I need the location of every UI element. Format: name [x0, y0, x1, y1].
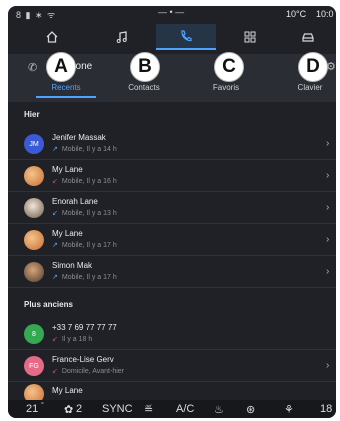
chevron-right-icon[interactable]: ›: [326, 266, 329, 277]
call-detail: ↙ Mobile, Il y a 16 h: [52, 177, 117, 185]
missed-call-icon: ↙: [52, 368, 58, 375]
status-bar: 8 ▮ ∗ ᯤ — • — 10°C 10:0: [8, 6, 336, 22]
outgoing-call-icon: ↗: [52, 274, 58, 281]
avatar: [24, 230, 44, 250]
call-detail: ↙ Il y a 18 h: [52, 335, 92, 343]
outgoing-call-icon: ↗: [52, 242, 58, 249]
tab-favoris[interactable]: Favoris: [191, 83, 261, 92]
home-icon[interactable]: [22, 24, 82, 50]
incoming-call-icon: ↙: [52, 210, 58, 217]
sync-button[interactable]: SYNC: [102, 403, 133, 415]
tab-contacts[interactable]: Contacts: [109, 83, 179, 92]
left-temperature[interactable]: 21: [26, 403, 38, 415]
section-header-today: Hier: [24, 110, 40, 119]
avatar: FG: [24, 356, 44, 376]
fan-icon[interactable]: ✿: [64, 403, 73, 416]
call-row[interactable]: Enorah Lane ↙ Mobile, Il y a 13 h ›: [8, 192, 336, 224]
call-row[interactable]: JM Jenifer Massak ↗ Mobile, Il y a 14 h ›: [8, 128, 336, 160]
status-icons: 8 ▮ ∗ ᯤ: [16, 10, 57, 20]
avatar: [24, 262, 44, 282]
callout-marker-d: D: [298, 52, 328, 82]
callout-marker-b: B: [130, 52, 160, 82]
infotainment-screen: 8 ▮ ∗ ᯤ — • — 10°C 10:0 ✆ hone ⚙ Recents…: [8, 6, 336, 418]
heated-seat-icon[interactable]: ⚘: [284, 403, 294, 416]
section-header-older: Plus anciens: [24, 300, 73, 309]
app-bar: [8, 22, 336, 52]
call-name: Simon Mak: [52, 261, 93, 270]
phone-icon[interactable]: [156, 24, 216, 50]
call-name: My Lane: [52, 229, 83, 238]
call-row[interactable]: FG France-Lise Gerv ↙ Domicile, Avant-hie…: [8, 350, 336, 382]
callout-marker-c: C: [214, 52, 244, 82]
outgoing-call-icon: ↗: [52, 146, 58, 153]
call-name: France-Lise Gerv: [52, 355, 114, 364]
ac-button[interactable]: A/C: [176, 403, 194, 415]
call-name: +33 7 69 77 77 77: [52, 323, 117, 332]
right-temperature[interactable]: 18: [320, 403, 332, 415]
call-detail-text: Mobile, Il y a 17 h: [61, 274, 117, 281]
avatar: 8: [24, 324, 44, 344]
call-detail-text: Mobile, Il y a 14 h: [61, 146, 117, 153]
call-detail-text: Il y a 18 h: [61, 336, 93, 343]
call-name: Enorah Lane: [52, 197, 98, 206]
left-temperature-unit: °: [41, 402, 44, 409]
chevron-right-icon[interactable]: ›: [326, 138, 329, 149]
front-defrost-icon[interactable]: ≝: [144, 403, 153, 416]
active-tab-indicator: [36, 96, 96, 98]
outside-temperature: 10°C: [286, 9, 307, 19]
avatar: JM: [24, 134, 44, 154]
climate-bar: 21 ° ✿ 2 SYNC ≝ A/C ♨ ⊛ ⚘ 18: [8, 400, 336, 418]
rear-defrost-icon[interactable]: ♨: [214, 403, 224, 416]
chevron-right-icon[interactable]: ›: [326, 360, 329, 371]
car-icon[interactable]: [278, 24, 336, 50]
avatar: [24, 198, 44, 218]
call-detail: ↗ Mobile, Il y a 17 h: [52, 273, 117, 281]
call-detail-text: Mobile, Il y a 17 h: [61, 242, 117, 249]
fan-speed[interactable]: 2: [76, 403, 82, 415]
call-name: My Lane: [52, 165, 83, 174]
call-name: Jenifer Massak: [52, 133, 106, 142]
missed-call-icon: ↙: [52, 336, 58, 343]
chevron-right-icon[interactable]: ›: [326, 170, 329, 181]
call-detail: ↗ Mobile, Il y a 17 h: [52, 241, 117, 249]
chevron-right-icon[interactable]: ›: [326, 202, 329, 213]
call-row[interactable]: My Lane: [8, 382, 336, 404]
call-name: My Lane: [52, 386, 83, 395]
call-row[interactable]: Simon Mak ↗ Mobile, Il y a 17 h ›: [8, 256, 336, 288]
callout-marker-a: A: [46, 52, 76, 82]
call-row[interactable]: 8 +33 7 69 77 77 77 ↙ Il y a 18 h: [8, 318, 336, 350]
tab-clavier[interactable]: Clavier: [275, 83, 336, 92]
chevron-right-icon[interactable]: ›: [326, 234, 329, 245]
apps-icon[interactable]: [220, 24, 280, 50]
call-detail: ↙ Mobile, Il y a 13 h: [52, 209, 117, 217]
clock: 10:0: [316, 9, 334, 19]
call-detail-text: Domicile, Avant-hier: [61, 368, 124, 375]
tab-recents[interactable]: Recents: [31, 83, 101, 92]
missed-call-icon: ↙: [52, 178, 58, 185]
call-row[interactable]: My Lane ↙ Mobile, Il y a 16 h ›: [8, 160, 336, 192]
call-detail: ↗ Mobile, Il y a 14 h: [52, 145, 117, 153]
status-center-indicator: — • —: [158, 7, 185, 17]
call-detail: ↙ Domicile, Avant-hier: [52, 367, 124, 375]
call-detail-text: Mobile, Il y a 16 h: [61, 178, 117, 185]
music-icon[interactable]: [92, 24, 152, 50]
call-row[interactable]: My Lane ↗ Mobile, Il y a 17 h ›: [8, 224, 336, 256]
call-detail-text: Mobile, Il y a 13 h: [61, 210, 117, 217]
avatar: [24, 166, 44, 186]
heated-wheel-icon[interactable]: ⊛: [246, 403, 255, 416]
handset-icon: ✆: [28, 62, 38, 74]
